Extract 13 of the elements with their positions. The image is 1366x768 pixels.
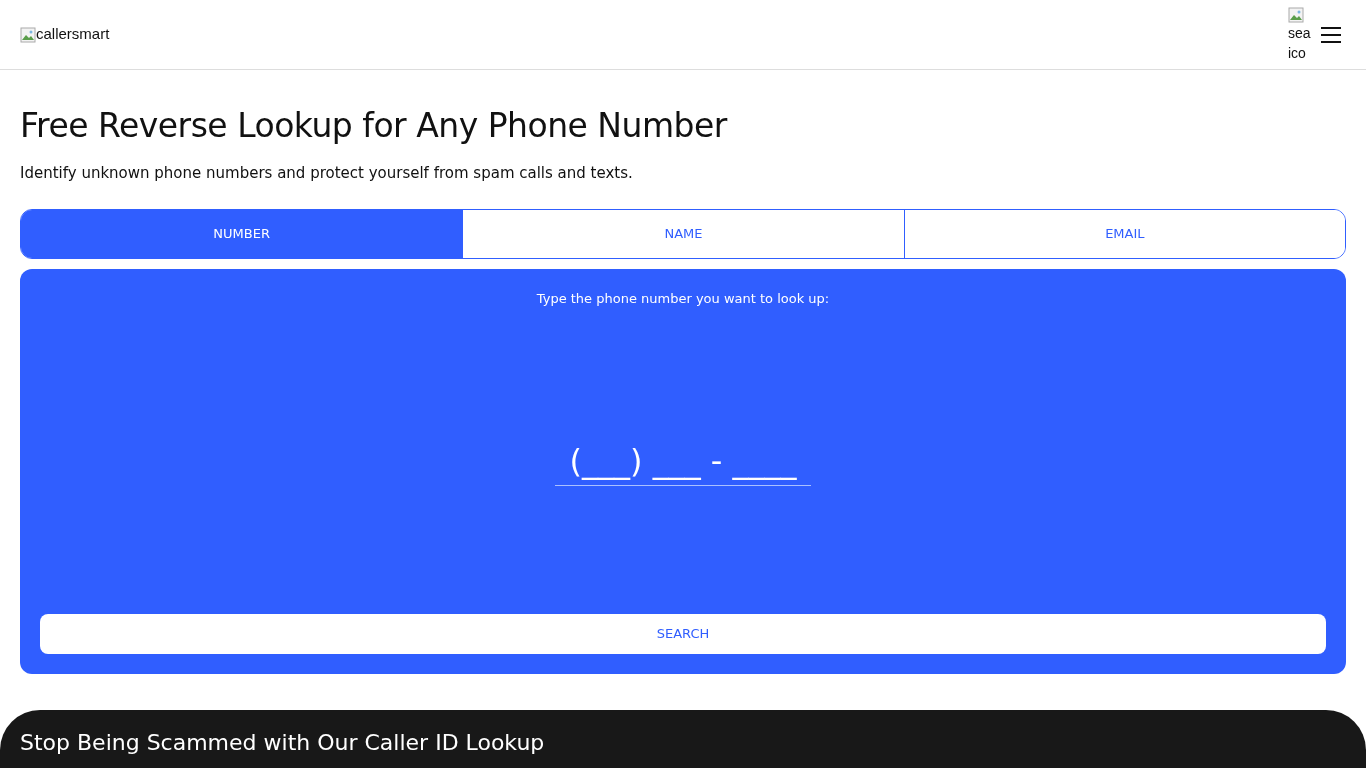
broken-image-icon — [1288, 6, 1304, 23]
phone-number-field[interactable]: (___) ___ - ____ — [555, 436, 811, 486]
search-button[interactable]: SEARCH — [40, 613, 1326, 654]
logo-alt-text[interactable]: callersmart — [36, 23, 110, 46]
search-prompt: Type the phone number you want to look up: — [536, 289, 830, 308]
page-subtitle: Identify unknown phone numbers and protect yourself from spam calls and texts. — [20, 163, 634, 184]
menu-icon[interactable] — [1320, 25, 1342, 44]
broken-image-icon — [20, 26, 36, 43]
search-tab[interactable]: NUMBER — [21, 209, 463, 258]
search-alt-text[interactable]: sea ico — [1288, 22, 1312, 63]
section-title: Stop Being Scammed with Our Caller ID Lookup — [20, 729, 546, 756]
search-tab[interactable]: EMAIL — [903, 209, 1345, 258]
page-title: Free Reverse Lookup for Any Phone Number — [20, 106, 729, 146]
